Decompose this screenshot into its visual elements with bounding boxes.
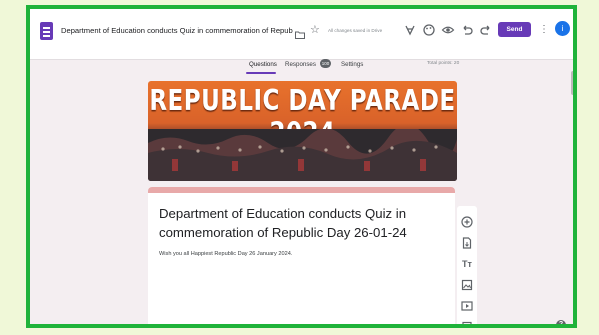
document-title[interactable]: Department of Education conducts Quiz in… — [61, 26, 293, 35]
floating-toolbar: Tт — [457, 206, 477, 324]
active-tab-indicator — [246, 72, 276, 74]
undo-icon[interactable] — [460, 23, 474, 37]
form-header-card[interactable]: Department of Education conducts Quiz in… — [148, 187, 455, 324]
tab-responses[interactable]: Responses — [285, 61, 316, 68]
palette-icon[interactable] — [422, 23, 436, 37]
add-section-icon[interactable] — [460, 320, 474, 324]
add-question-icon[interactable] — [460, 215, 474, 229]
top-bar: Department of Education conducts Quiz in… — [30, 9, 573, 74]
star-icon[interactable]: ☆ — [310, 23, 320, 37]
send-button[interactable]: Send — [498, 22, 531, 37]
responses-count-badge: 100 — [320, 59, 331, 68]
tab-questions[interactable]: Questions — [249, 61, 277, 68]
header-banner-image: REPUBLIC DAY PARADE 2024 — [148, 81, 457, 181]
redo-icon[interactable] — [479, 23, 493, 37]
add-title-description-icon[interactable]: Tт — [460, 257, 474, 271]
tab-settings[interactable]: Settings — [341, 61, 363, 68]
total-points: Total points: 20 — [427, 61, 460, 66]
parade-crowd-image — [148, 129, 457, 181]
form-title[interactable]: Department of Education conducts Quiz in… — [159, 204, 439, 242]
screenshot-frame: Department of Education conducts Quiz in… — [26, 5, 577, 328]
preview-eye-icon[interactable] — [441, 23, 455, 37]
add-video-icon[interactable] — [460, 299, 474, 313]
forms-app-icon[interactable] — [40, 22, 53, 40]
more-options-icon[interactable]: ⋮ — [539, 22, 549, 37]
customize-theme-icon[interactable] — [403, 23, 417, 37]
save-status: All changes saved in Drive — [328, 28, 383, 33]
form-description[interactable]: Wish you all Happiest Republic Day 26 Ja… — [159, 251, 292, 257]
move-to-folder-icon[interactable] — [295, 26, 305, 39]
card-accent-bar — [148, 187, 455, 193]
import-questions-icon[interactable] — [460, 236, 474, 250]
help-icon[interactable]: ? — [556, 320, 566, 324]
account-avatar[interactable]: i — [555, 21, 570, 36]
scrollbar-thumb[interactable] — [571, 71, 573, 95]
add-image-icon[interactable] — [460, 278, 474, 292]
